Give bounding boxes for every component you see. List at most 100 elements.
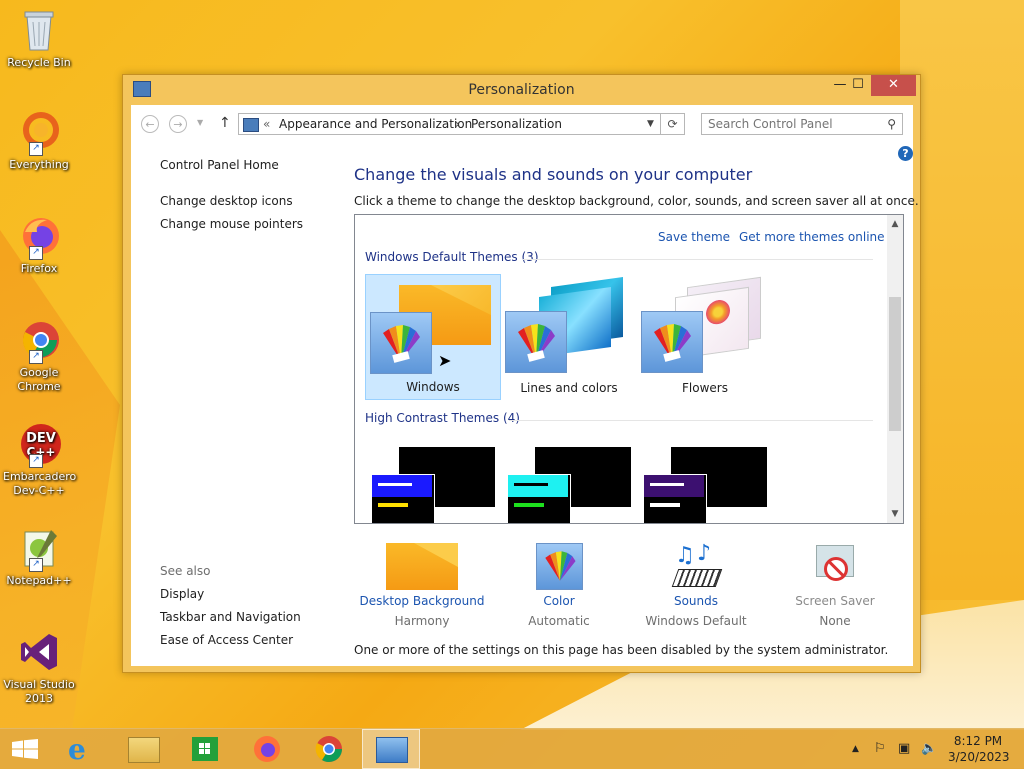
visual-studio-icon [17, 630, 61, 674]
system-clock[interactable]: 8:12 PM 3/20/2023 [948, 733, 1010, 765]
shortcut-arrow-icon: ↗ [29, 454, 43, 468]
taskbar-chrome[interactable] [302, 729, 358, 769]
chrome-icon: ↗ [17, 318, 61, 364]
taskbar-store[interactable] [178, 729, 234, 769]
page-description: Click a theme to change the desktop back… [354, 194, 919, 208]
theme-windows[interactable]: Windows ➤ [365, 274, 501, 400]
desktop-icon-everything[interactable]: ↗ Everything [0, 110, 78, 172]
start-button[interactable] [0, 729, 56, 769]
network-icon[interactable]: ▣ [898, 741, 910, 756]
taskbar-file-explorer[interactable] [116, 729, 172, 769]
maximize-button[interactable]: ☐ [845, 75, 871, 96]
scroll-up-arrow-icon[interactable]: ▲ [887, 219, 903, 229]
title-bar[interactable]: Personalization — ☐ ✕ [123, 75, 920, 105]
taskbar-firefox[interactable] [240, 729, 296, 769]
theme-flowers[interactable]: Flowers [637, 274, 773, 400]
theme-high-contrast-1[interactable] [365, 437, 501, 523]
search-icon[interactable]: ⚲ [887, 117, 896, 131]
store-icon [192, 737, 218, 761]
shortcut-arrow-icon: ↗ [29, 246, 43, 260]
action-center-flag-icon[interactable]: ⚐ [874, 741, 886, 756]
control-panel-home-link[interactable]: Control Panel Home [160, 158, 279, 172]
desktop-icon-label: Embarcadero Dev-C++ [3, 470, 77, 497]
theme-list-scrollbar[interactable]: ▲ ▼ [887, 215, 903, 523]
firefox-icon [254, 736, 280, 762]
close-button[interactable]: ✕ [871, 75, 916, 96]
shortcut-arrow-icon: ↗ [29, 142, 43, 156]
display-link[interactable]: Display [160, 587, 204, 601]
get-more-themes-link[interactable]: Get more themes online [739, 230, 885, 244]
desktop-icon-notepad-plus[interactable]: ↗ Notepad++ [0, 526, 78, 588]
refresh-button[interactable]: ⟳ [661, 113, 685, 135]
breadcrumb-personalization[interactable]: Personalization [471, 117, 562, 131]
shortcut-arrow-icon: ↗ [29, 558, 43, 572]
screen-saver-disabled-icon [810, 543, 860, 590]
desktop-icon-firefox[interactable]: ↗ Firefox [0, 214, 78, 276]
desktop-icon-label: Google Chrome [17, 366, 61, 393]
ease-of-access-link[interactable]: Ease of Access Center [160, 633, 293, 647]
screen-saver-label: Screen Saver [795, 594, 875, 608]
search-box[interactable]: ⚲ [701, 113, 903, 135]
desktop-background-icon [386, 543, 458, 590]
desktop-icon-dev-cpp[interactable]: DEV C++ ↗ Embarcadero Dev-C++ [0, 422, 78, 498]
volume-icon[interactable]: 🔈 [921, 741, 937, 756]
show-hidden-icons-icon[interactable]: ▲ [852, 744, 859, 754]
page-title: Change the visuals and sounds on your co… [354, 165, 753, 184]
desktop-icon-label: Firefox [20, 262, 58, 275]
change-desktop-icons-link[interactable]: Change desktop icons [160, 194, 293, 208]
default-themes-group-heading: Windows Default Themes (3) [365, 250, 539, 264]
change-mouse-pointers-link[interactable]: Change mouse pointers [160, 217, 303, 231]
breadcrumb-separator[interactable]: › [455, 117, 460, 131]
taskbar-navigation-link[interactable]: Taskbar and Navigation [160, 610, 301, 624]
everything-icon: ↗ [17, 110, 61, 156]
desktop-icon-label: Visual Studio 2013 [3, 678, 75, 705]
desktop-background-setting[interactable]: Desktop Background Harmony [357, 543, 487, 628]
theme-high-contrast-3[interactable] [637, 437, 773, 523]
sounds-setting[interactable]: ♫ ♪ Sounds Windows Default [631, 541, 761, 628]
desktop-icon-label: Everything [9, 158, 69, 171]
window-title: Personalization [468, 82, 575, 98]
scrollbar-thumb[interactable] [889, 297, 901, 431]
help-icon[interactable]: ? [898, 146, 913, 161]
color-palette-icon [641, 311, 703, 373]
screen-saver-value: None [819, 614, 851, 628]
desktop-icon-google-chrome[interactable]: ↗ Google Chrome [0, 318, 78, 394]
theme-high-contrast-2[interactable] [501, 437, 637, 523]
personalization-window: Personalization — ☐ ✕ ← → ▼ ↑ « Appearan… [122, 74, 921, 673]
desktop-icon-label: Notepad++ [6, 574, 72, 587]
breadcrumb-overflow[interactable]: « [263, 117, 270, 131]
taskbar-control-panel[interactable] [362, 729, 420, 769]
theme-label: Flowers [682, 381, 728, 395]
address-bar[interactable]: « Appearance and Personalization › Perso… [238, 113, 661, 135]
theme-list: Save theme Get more themes online Window… [354, 214, 904, 524]
search-input[interactable] [708, 116, 878, 132]
recent-pages-chevron-icon[interactable]: ▼ [197, 118, 203, 127]
sounds-value: Windows Default [645, 614, 747, 628]
back-button[interactable]: ← [141, 115, 159, 133]
internet-explorer-icon: e [68, 733, 86, 766]
clock-time: 8:12 PM [953, 734, 1003, 748]
window-client-area: ← → ▼ ↑ « Appearance and Personalization… [131, 105, 919, 666]
up-button[interactable]: ↑ [219, 115, 231, 131]
sounds-label[interactable]: Sounds [631, 594, 761, 608]
taskbar-internet-explorer[interactable]: e [54, 729, 110, 769]
breadcrumb-appearance[interactable]: Appearance and Personalization [279, 117, 472, 131]
theme-label: Windows [406, 380, 460, 394]
color-value: Automatic [528, 614, 590, 628]
color-setting[interactable]: Color Automatic [494, 543, 624, 628]
theme-lines-and-colors[interactable]: Lines and colors [501, 274, 637, 400]
color-label[interactable]: Color [494, 594, 624, 608]
address-dropdown-icon[interactable]: ▼ [647, 119, 654, 129]
mouse-cursor-icon: ➤ [438, 351, 452, 370]
desktop-icon-recycle-bin[interactable]: Recycle Bin [0, 8, 78, 70]
screen-saver-setting: Screen Saver None [770, 543, 900, 628]
forward-button[interactable]: → [169, 115, 187, 133]
desktop-icon-visual-studio[interactable]: Visual Studio 2013 [0, 630, 78, 706]
desktop-background-label[interactable]: Desktop Background [357, 594, 487, 608]
control-panel-icon [376, 737, 408, 763]
save-theme-link[interactable]: Save theme [658, 230, 730, 244]
scroll-down-arrow-icon[interactable]: ▼ [887, 509, 903, 519]
navigation-bar: ← → ▼ ↑ « Appearance and Personalization… [131, 105, 913, 143]
group-divider [523, 259, 873, 260]
taskbar: e ▲ ⚐ ▣ 🔈 8:12 PM 3/20/2023 [0, 728, 1024, 769]
